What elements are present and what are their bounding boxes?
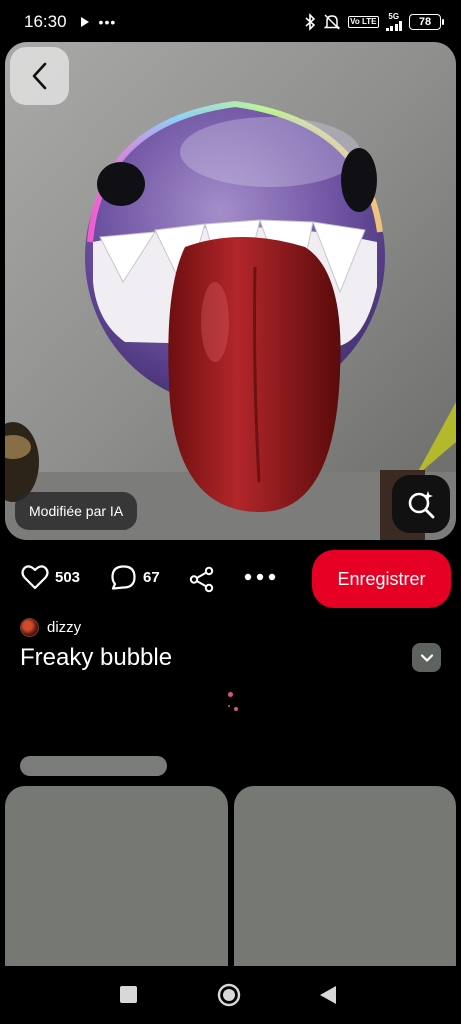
bluetooth-icon — [305, 13, 316, 31]
author-name: dizzy — [47, 619, 82, 636]
visual-search-icon — [408, 491, 435, 519]
system-nav-bar — [0, 966, 461, 1024]
chevron-down-icon — [420, 653, 433, 662]
author-link[interactable]: dizzy — [20, 618, 81, 637]
signal-icon — [385, 21, 402, 31]
more-icon — [244, 573, 276, 581]
recents-button[interactable] — [120, 986, 137, 1003]
pin-illustration — [5, 42, 456, 540]
skeleton-bar — [20, 756, 167, 776]
action-row: 503 67 Enregistrer — [0, 550, 461, 610]
avatar — [20, 618, 39, 637]
home-circle-icon — [217, 983, 241, 1007]
skeleton-card — [234, 786, 456, 966]
comment-icon — [111, 565, 136, 590]
save-button[interactable]: Enregistrer — [312, 550, 451, 608]
mute-bell-icon — [323, 14, 341, 30]
like-count: 503 — [55, 568, 81, 586]
like-button[interactable]: 503 — [21, 564, 80, 590]
pin-image[interactable] — [5, 42, 456, 540]
ai-modified-badge[interactable]: Modifiée par IA — [15, 492, 138, 530]
expand-details-button[interactable] — [412, 643, 441, 672]
ai-modified-label: Modifiée par IA — [29, 503, 124, 519]
volte-icon: Vo LTE — [348, 16, 379, 28]
battery-icon: 78 — [409, 14, 444, 30]
network-type: 5G — [388, 12, 400, 21]
comment-button[interactable]: 67 — [110, 564, 160, 591]
chevron-left-icon — [32, 62, 46, 90]
home-button[interactable] — [217, 983, 241, 1012]
system-back-button[interactable] — [319, 985, 337, 1010]
more-notifications-icon: ••• — [98, 14, 117, 30]
share-icon — [189, 566, 214, 593]
heart-icon — [21, 565, 49, 590]
status-bar: 16:30 ••• Vo LTE 5G 78 — [0, 0, 461, 44]
triangle-back-icon — [320, 986, 336, 1004]
status-time: 16:30 — [24, 12, 67, 31]
visual-search-button[interactable] — [392, 475, 450, 533]
share-button[interactable] — [188, 566, 215, 593]
signal-group: 5G — [385, 12, 402, 31]
play-icon — [80, 17, 89, 27]
more-button[interactable] — [244, 572, 276, 582]
status-left: 16:30 ••• — [24, 12, 116, 32]
square-icon — [120, 986, 137, 1003]
battery-level: 78 — [418, 16, 432, 28]
skeleton-card — [5, 786, 228, 966]
comment-count: 67 — [143, 569, 160, 586]
back-button[interactable] — [10, 47, 69, 105]
pin-title: Freaky bubble — [20, 644, 173, 671]
status-right: Vo LTE 5G 78 — [304, 12, 444, 31]
